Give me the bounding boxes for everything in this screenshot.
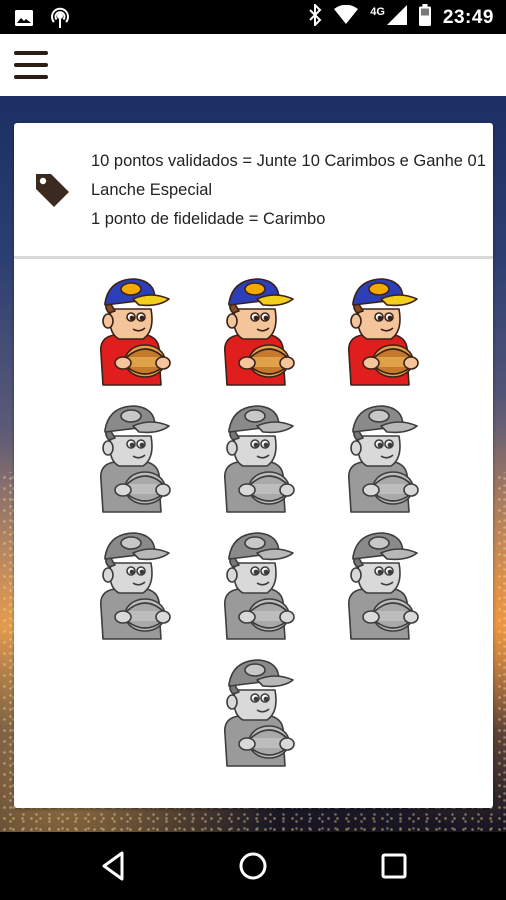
hamburger-menu-icon[interactable] — [14, 51, 48, 79]
status-bar: 4G 23:49 — [0, 0, 506, 34]
stamp-empty — [68, 527, 192, 644]
app-bar — [0, 34, 506, 96]
loyalty-point-text: 1 ponto de fidelidade = Carimbo — [91, 210, 326, 228]
tag-icon — [32, 170, 72, 210]
status-time: 23:49 — [442, 6, 494, 28]
bluetooth-icon — [308, 2, 322, 31]
recents-icon[interactable] — [377, 849, 411, 883]
wifi-icon — [334, 4, 359, 30]
image-icon — [14, 8, 34, 33]
loyalty-rule-text: 10 pontos validados = Junte 10 Carimbos … — [91, 152, 486, 199]
stamp-empty — [192, 400, 316, 517]
back-icon[interactable] — [96, 849, 130, 883]
navigation-bar — [0, 832, 506, 900]
loyalty-card: 10 pontos validados = Junte 10 Carimbos … — [14, 123, 493, 808]
home-icon[interactable] — [236, 849, 270, 883]
stamp-collected — [316, 273, 440, 390]
stamp-empty — [316, 527, 440, 644]
stamp-grid — [14, 273, 493, 771]
stamp-collected — [68, 273, 192, 390]
stamp-empty — [316, 400, 440, 517]
network-type: 4G — [370, 5, 385, 18]
stamp-collected — [192, 273, 316, 390]
podcast-icon — [48, 6, 72, 35]
stamp-empty — [68, 400, 192, 517]
signal-icon — [386, 5, 407, 30]
battery-icon — [418, 4, 431, 31]
stamp-empty — [192, 654, 316, 771]
loyalty-card-header: 10 pontos validados = Junte 10 Carimbos … — [14, 123, 493, 256]
stamp-empty — [192, 527, 316, 644]
card-divider — [14, 256, 493, 259]
